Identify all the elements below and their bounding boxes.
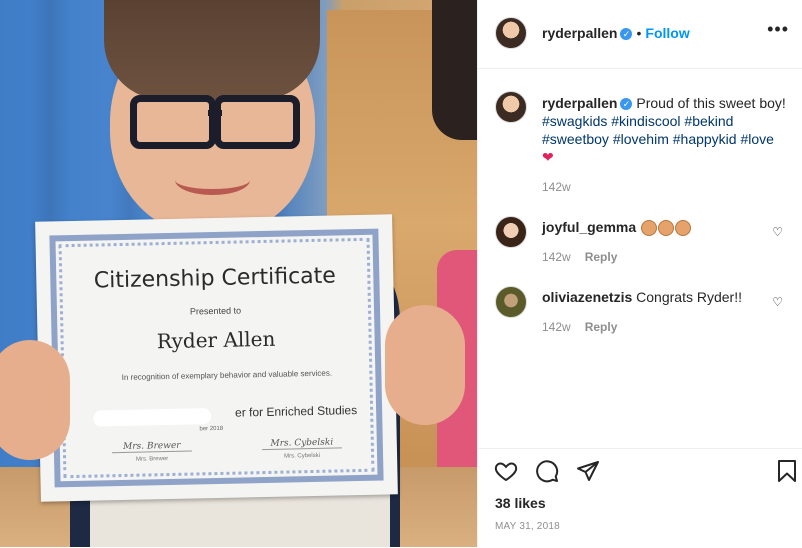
background-person: [432, 0, 477, 140]
follow-button[interactable]: Follow: [645, 25, 689, 41]
post-header: ryderpallen ✓ • Follow •••: [478, 0, 802, 69]
glasses-lens-right: [214, 95, 300, 149]
signature-left: Mrs. Brewer: [111, 440, 192, 454]
comment-timestamp[interactable]: 142w: [542, 320, 571, 334]
smile: [175, 165, 250, 195]
glasses-lens-left: [130, 95, 216, 149]
hashtag[interactable]: #love: [740, 131, 773, 147]
verified-badge-icon: ✓: [620, 98, 633, 111]
caption-text: Proud of this sweet boy!: [636, 95, 786, 111]
avatar[interactable]: [495, 17, 527, 49]
hashtag[interactable]: #kindiscool: [611, 113, 680, 129]
like-comment-heart-icon[interactable]: ♡: [772, 295, 783, 309]
comment-timestamp[interactable]: 142w: [542, 250, 571, 264]
left-hand: [0, 340, 70, 460]
post-actions: 38 likes MAY 31, 2018: [478, 448, 802, 548]
commenter-avatar[interactable]: [495, 286, 527, 318]
redaction-mark: [93, 408, 212, 427]
more-options-icon[interactable]: •••: [767, 20, 789, 38]
certificate-date: ber 2018: [199, 425, 224, 433]
header-username[interactable]: ryderpallen: [542, 25, 617, 41]
like-comment-heart-icon[interactable]: ♡: [772, 225, 783, 239]
post-photo[interactable]: Citizenship Certificate Presented to Ryd…: [0, 0, 477, 547]
commenter-avatar[interactable]: [495, 216, 527, 248]
verified-badge-icon: ✓: [620, 28, 633, 41]
clapping-hands-icon: [640, 219, 692, 237]
comment: oliviazenetzis Congrats Ryder!!: [542, 289, 762, 305]
heart-icon[interactable]: [494, 459, 518, 483]
separator-dot: •: [636, 25, 642, 41]
post-sidebar: ryderpallen ✓ • Follow ••• ryderpallen ✓ Pro…: [477, 0, 802, 547]
glasses-bridge: [208, 110, 222, 116]
hashtag[interactable]: #bekind: [684, 113, 733, 129]
post-caption: ryderpallen ✓ Proud of this sweet boy! #s…: [542, 94, 787, 166]
hashtag[interactable]: #swagkids: [542, 113, 607, 129]
header-user: ryderpallen ✓ • Follow: [542, 25, 690, 41]
reply-button[interactable]: Reply: [585, 320, 618, 334]
signature-right: Mrs. Cybelski: [261, 437, 342, 451]
comment: joyful_gemma: [542, 219, 762, 237]
comment-icon[interactable]: [535, 459, 559, 483]
right-hand: [385, 305, 465, 425]
comment-username[interactable]: joyful_gemma: [542, 219, 636, 235]
comment-username[interactable]: oliviazenetzis: [542, 289, 632, 305]
bookmark-icon[interactable]: [775, 459, 799, 483]
caption-avatar[interactable]: [495, 91, 527, 123]
comment-meta: 142w Reply: [542, 250, 617, 264]
red-heart-emoji: ❤: [542, 149, 554, 165]
hashtag[interactable]: #happykid: [673, 131, 737, 147]
caption-timestamp[interactable]: 142w: [542, 180, 571, 194]
certificate: Citizenship Certificate Presented to Ryd…: [35, 214, 398, 502]
post-date[interactable]: MAY 31, 2018: [495, 521, 560, 532]
reply-button[interactable]: Reply: [585, 250, 618, 264]
comment-meta: 142w Reply: [542, 320, 617, 334]
comment-text: Congrats Ryder!!: [636, 289, 742, 305]
boy-hair: [104, 0, 320, 100]
hashtag[interactable]: #sweetboy: [542, 131, 609, 147]
share-icon[interactable]: [576, 459, 600, 483]
caption-username[interactable]: ryderpallen: [542, 95, 617, 111]
hashtag[interactable]: #lovehim: [613, 131, 669, 147]
likes-count[interactable]: 38 likes: [495, 495, 546, 511]
